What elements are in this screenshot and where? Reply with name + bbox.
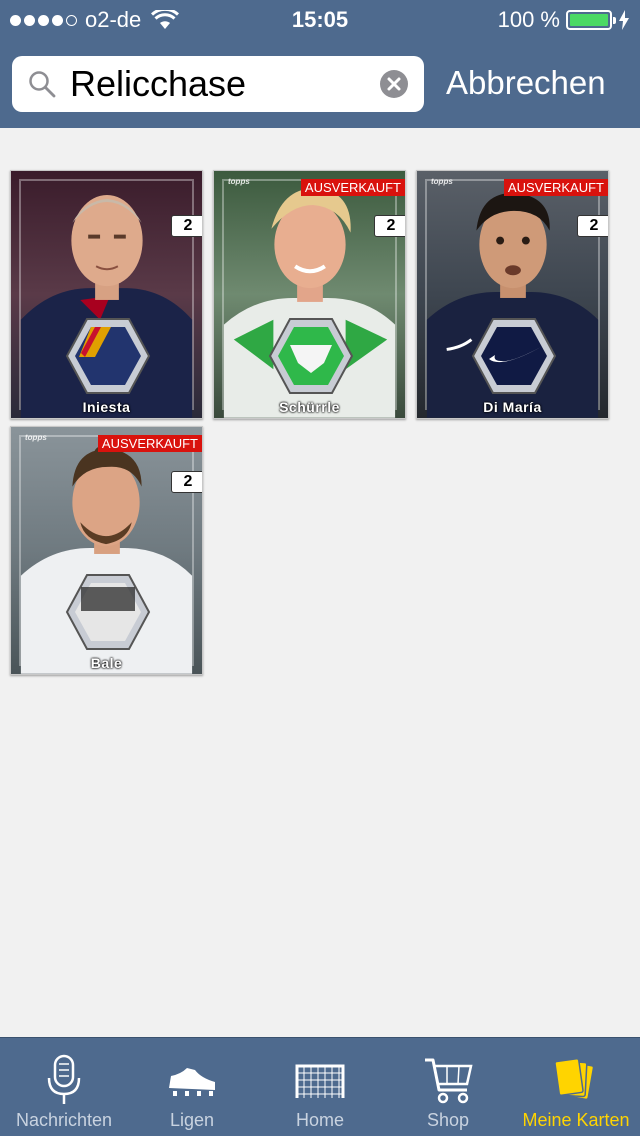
battery-percent: 100 % xyxy=(497,7,560,32)
card-player-name: Schürrle xyxy=(279,399,340,415)
tab-shop[interactable]: Shop xyxy=(384,1038,512,1136)
sold-out-badge: AUSVERKAUFT xyxy=(503,179,608,196)
player-card-di-maria[interactable]: topps AUSVERKAUFT 2 Di María xyxy=(416,170,609,419)
tab-label: Nachrichten xyxy=(15,1110,113,1130)
tab-label: Ligen xyxy=(169,1110,215,1130)
football-boot-icon xyxy=(169,1068,215,1096)
close-icon xyxy=(387,77,401,91)
tab-home[interactable]: Home xyxy=(256,1038,384,1136)
tab-bar: Nachrichten Ligen Home Shop Meine Karten xyxy=(0,1037,640,1136)
charging-bolt-icon xyxy=(619,10,629,30)
card-player-name: Bale xyxy=(90,655,123,671)
player-card-schuerrle[interactable]: topps AUSVERKAUFT 2 Schürrle xyxy=(213,170,406,419)
tab-label: Shop xyxy=(426,1110,470,1130)
player-card-bale[interactable]: topps AUSVERKAUFT 2 Bale xyxy=(10,426,203,675)
tab-meine-karten[interactable]: Meine Karten xyxy=(512,1038,640,1136)
shopping-cart-icon xyxy=(425,1058,473,1104)
tab-nachrichten[interactable]: Nachrichten xyxy=(0,1038,128,1136)
relic-patch xyxy=(65,318,151,394)
clear-search-button[interactable] xyxy=(380,70,408,98)
relic-patch xyxy=(268,318,354,394)
card-player-name: Iniesta xyxy=(82,399,131,415)
tab-label: Meine Karten xyxy=(522,1110,630,1130)
header: o2-de 15:05 100 % Abb xyxy=(0,0,640,128)
cancel-button[interactable]: Abbrechen xyxy=(446,62,606,104)
search-input[interactable] xyxy=(70,64,370,104)
card-count-badge: 2 xyxy=(171,471,202,493)
search-icon xyxy=(29,71,56,98)
microphone-icon xyxy=(47,1054,81,1104)
card-count-badge: 2 xyxy=(171,215,202,237)
search-bar[interactable] xyxy=(12,56,424,112)
sold-out-badge: AUSVERKAUFT xyxy=(300,179,405,196)
status-bar: o2-de 15:05 100 % xyxy=(0,0,640,40)
player-card-iniesta[interactable]: 2 Iniesta xyxy=(10,170,203,419)
tab-label: Home xyxy=(295,1110,344,1130)
relic-patch xyxy=(65,574,151,650)
card-count-badge: 2 xyxy=(577,215,608,237)
relic-patch xyxy=(471,318,557,394)
sold-out-badge: AUSVERKAUFT xyxy=(97,435,202,452)
goal-icon xyxy=(295,1064,345,1098)
cards-icon xyxy=(554,1058,595,1101)
tab-ligen[interactable]: Ligen xyxy=(128,1038,256,1136)
card-player-name: Di María xyxy=(483,399,542,415)
battery-icon xyxy=(566,10,616,30)
card-count-badge: 2 xyxy=(374,215,405,237)
